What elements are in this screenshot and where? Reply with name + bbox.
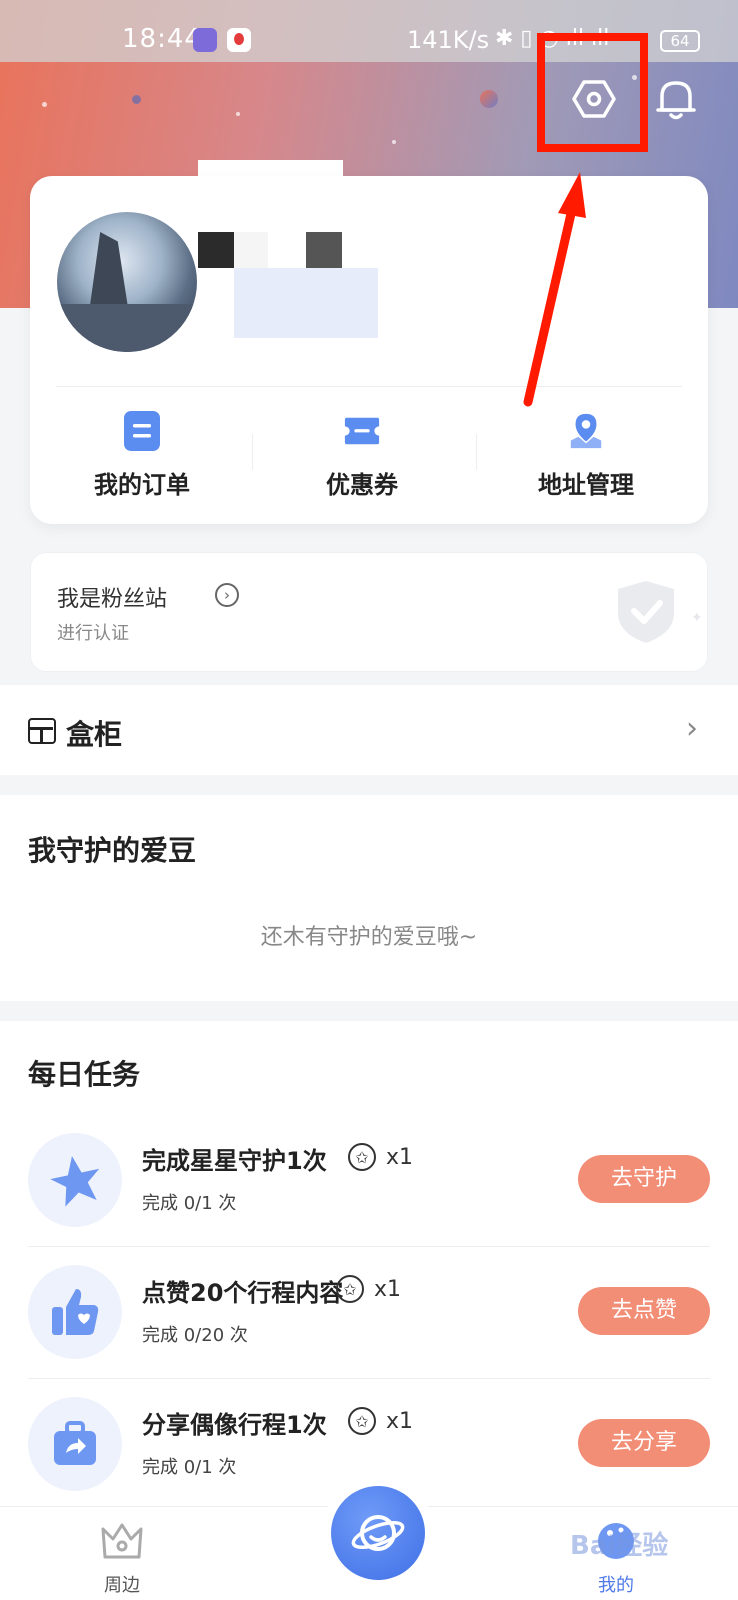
- nav-label: 我的: [598, 1575, 634, 1596]
- section-title: 我守护的爱豆: [28, 834, 197, 867]
- guarded-idols-section: 我守护的爱豆 还木有守护的爱豆哦~: [0, 795, 738, 1001]
- watermark: Bai经验: [570, 1531, 669, 1561]
- card-divider: [56, 386, 682, 387]
- bell-icon[interactable]: [647, 70, 705, 128]
- decor-dot: [236, 112, 240, 116]
- coupon-icon: [343, 411, 381, 451]
- decor-dot: [392, 140, 396, 144]
- task-progress: 完成 0/1 次: [142, 1193, 237, 1214]
- star-badge-icon: ✩: [348, 1407, 376, 1435]
- network-speed: 141K/s: [407, 26, 490, 54]
- star-badge-icon: ✩: [336, 1275, 364, 1303]
- task-progress: 完成 0/20 次: [142, 1325, 248, 1346]
- decor-dot: [480, 90, 498, 108]
- share-suitcase-icon: [28, 1397, 122, 1491]
- profile-card: 我的订单 优惠券 地址管理: [30, 176, 708, 524]
- chevron-right-circle-icon: ›: [215, 583, 239, 607]
- task-item: 完成星星守护1次 ✩ x1 完成 0/1 次 去守护: [0, 1115, 738, 1247]
- star-icon: [28, 1133, 122, 1227]
- chevron-right-icon: ›: [686, 711, 698, 746]
- like-button[interactable]: 去点赞: [578, 1287, 710, 1335]
- cabinet-icon: [28, 718, 56, 744]
- reward-count: x1: [386, 1408, 414, 1434]
- daily-tasks-section: 每日任务 完成星星守护1次 ✩ x1 完成 0/1 次 去守护 点赞20个行程内容…: [0, 1021, 738, 1506]
- share-button[interactable]: 去分享: [578, 1419, 710, 1467]
- crown-icon: [101, 1523, 143, 1559]
- quick-action-orders[interactable]: 我的订单: [42, 411, 242, 500]
- thumbs-up-icon: [28, 1265, 122, 1359]
- cabinet-row[interactable]: 盒柜 ›: [0, 685, 738, 775]
- shield-check-icon: ✦ ✦ ✦: [618, 581, 703, 643]
- empty-state-text: 还木有守护的爱豆哦~: [260, 925, 478, 950]
- quick-action-address[interactable]: 地址管理: [486, 411, 686, 500]
- task-title: 分享偶像行程1次: [142, 1411, 327, 1439]
- star-badge-icon: ✩: [348, 1143, 376, 1171]
- planet-icon: [331, 1486, 425, 1580]
- redacted-username: [234, 232, 268, 268]
- redacted-user-info: [234, 268, 378, 338]
- quick-action-label: 优惠券: [326, 471, 398, 499]
- task-reward: ✩ x1: [336, 1275, 401, 1303]
- task-title: 完成星星守护1次: [142, 1147, 327, 1175]
- location-icon: [567, 411, 605, 451]
- reward-count: x1: [374, 1276, 402, 1302]
- avatar[interactable]: [57, 212, 197, 352]
- annotation-highlight-box: [537, 33, 648, 152]
- quick-action-label: 地址管理: [538, 471, 634, 499]
- nav-item-merch[interactable]: 周边: [62, 1521, 182, 1597]
- redacted-username: [306, 232, 342, 268]
- notification-app-icon: [193, 28, 217, 52]
- nav-label: 周边: [104, 1575, 140, 1596]
- reward-count: x1: [386, 1144, 414, 1170]
- battery-icon: 64: [660, 30, 700, 52]
- quick-action-label: 我的订单: [94, 471, 190, 499]
- status-time: 18:44: [122, 24, 202, 54]
- fan-station-title: 我是粉丝站: [57, 587, 168, 612]
- guard-button[interactable]: 去守护: [578, 1155, 710, 1203]
- quick-action-separator: [252, 434, 253, 470]
- svg-text:✦: ✦: [691, 610, 703, 626]
- task-reward: ✩ x1: [348, 1407, 413, 1435]
- quick-action-separator: [476, 434, 477, 470]
- nav-item-planet[interactable]: [322, 1477, 434, 1589]
- task-progress: 完成 0/1 次: [142, 1457, 237, 1478]
- redacted-username: [198, 232, 234, 268]
- order-icon: [123, 411, 161, 451]
- cabinet-label: 盒柜: [66, 718, 123, 751]
- fan-station-subtitle: 进行认证: [57, 623, 129, 644]
- notification-app-icon: [227, 28, 251, 52]
- fan-station-card[interactable]: 我是粉丝站 › 进行认证 ✦ ✦ ✦: [30, 552, 708, 672]
- task-item: 点赞20个行程内容 ✩ x1 完成 0/20 次 去点赞: [0, 1247, 738, 1379]
- decor-dot: [132, 95, 141, 104]
- decor-dot: [42, 102, 47, 107]
- quick-action-coupons[interactable]: 优惠券: [262, 411, 462, 500]
- task-title: 点赞20个行程内容: [142, 1279, 344, 1307]
- task-reward: ✩ x1: [348, 1143, 413, 1171]
- section-title: 每日任务: [28, 1058, 141, 1091]
